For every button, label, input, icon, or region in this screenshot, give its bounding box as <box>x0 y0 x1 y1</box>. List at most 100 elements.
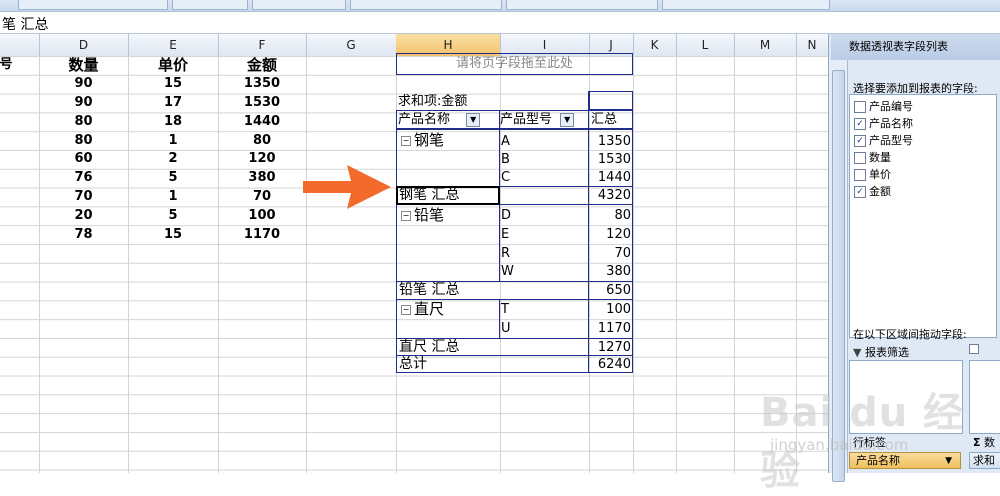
table-cell[interactable]: 78 <box>39 226 128 244</box>
item-label[interactable]: W <box>501 263 514 280</box>
item-value[interactable]: 1440 <box>589 169 631 186</box>
column-header-g[interactable]: G <box>306 34 397 56</box>
subtotal-label[interactable]: 直尺 汇总 <box>399 339 459 356</box>
header-cell-price[interactable]: 单价 <box>128 56 218 74</box>
table-cell[interactable]: 1530 <box>218 94 306 112</box>
item-value[interactable]: 120 <box>589 226 631 243</box>
subtotal-value[interactable]: 650 <box>589 282 631 299</box>
header-cell-amount[interactable]: 金额 <box>218 56 306 74</box>
item-label[interactable]: A <box>501 133 510 150</box>
pivot-header-product-name[interactable]: 产品名称 ▼ <box>398 111 481 128</box>
formula-bar[interactable]: 笔 汇总 <box>0 12 1000 34</box>
item-value[interactable]: 1350 <box>589 133 631 150</box>
pivot-header-product-model[interactable]: 产品型号 ▼ <box>500 111 575 128</box>
table-cell[interactable]: 120 <box>218 150 306 168</box>
table-cell[interactable]: 90 <box>39 94 128 112</box>
collapse-icon[interactable]: − <box>401 135 411 146</box>
column-header-n[interactable]: N <box>796 34 828 56</box>
column-header-m[interactable]: M <box>734 34 797 56</box>
item-value[interactable]: 100 <box>589 301 631 318</box>
subtotal-label[interactable]: 钢笔 汇总 <box>399 187 459 204</box>
ribbon-tab[interactable] <box>506 0 658 10</box>
group-row-zhichi[interactable]: − 直尺 <box>401 301 444 318</box>
item-label[interactable]: R <box>501 245 510 262</box>
table-cell[interactable]: 1 <box>128 132 218 150</box>
grid-line <box>633 56 634 473</box>
filter-dropdown-icon[interactable]: ▼ <box>560 112 575 127</box>
table-cell[interactable]: 80 <box>39 132 128 150</box>
item-label[interactable]: T <box>501 301 509 318</box>
group-row-gangbi[interactable]: − 钢笔 <box>401 132 444 149</box>
checkbox[interactable] <box>854 101 866 113</box>
table-cell[interactable]: 60 <box>39 150 128 168</box>
table-cell[interactable]: 15 <box>128 75 218 93</box>
group-row-qianbi[interactable]: − 铅笔 <box>401 207 444 224</box>
column-header-f[interactable]: F <box>218 34 307 56</box>
table-cell[interactable]: 1440 <box>218 113 306 131</box>
table-cell[interactable]: 1170 <box>218 226 306 244</box>
pivot-header-total[interactable]: 汇总 <box>591 111 617 128</box>
ribbon-tab[interactable] <box>350 0 502 10</box>
column-header-e[interactable]: E <box>128 34 219 56</box>
table-cell[interactable]: 5 <box>128 207 218 225</box>
field-item-product-name[interactable]: ✓ 产品名称 <box>854 116 913 132</box>
ribbon-tab[interactable] <box>252 0 346 10</box>
field-item-product-model[interactable]: ✓ 产品型号 <box>854 133 913 149</box>
checkbox-checked[interactable]: ✓ <box>854 118 866 130</box>
item-label[interactable]: D <box>501 207 511 224</box>
table-cell[interactable]: 70 <box>39 188 128 206</box>
table-cell[interactable]: 100 <box>218 207 306 225</box>
table-cell[interactable]: 20 <box>39 207 128 225</box>
checkbox[interactable] <box>854 169 866 181</box>
table-cell[interactable]: 1350 <box>218 75 306 93</box>
filter-dropdown-icon[interactable]: ▼ <box>466 112 481 127</box>
item-value[interactable]: 80 <box>589 207 631 224</box>
collapse-icon[interactable]: − <box>401 304 411 315</box>
header-cell-qty[interactable]: 数量 <box>39 56 128 74</box>
table-cell[interactable]: 76 <box>39 169 128 187</box>
grand-total-value[interactable]: 6240 <box>589 356 631 373</box>
item-value[interactable]: 1170 <box>589 320 631 337</box>
ribbon-tab[interactable] <box>662 0 830 10</box>
table-cell[interactable]: 2 <box>128 150 218 168</box>
pivot-data-corner[interactable] <box>589 91 633 110</box>
pivot-data-label[interactable]: 求和项:金额 <box>398 93 467 110</box>
item-label[interactable]: E <box>501 226 509 243</box>
checkbox-checked[interactable]: ✓ <box>854 186 866 198</box>
table-cell[interactable]: 17 <box>128 94 218 112</box>
subtotal-label[interactable]: 铅笔 汇总 <box>399 282 459 299</box>
table-cell[interactable]: 90 <box>39 75 128 93</box>
ribbon-tab[interactable] <box>172 0 248 10</box>
checkbox[interactable] <box>854 152 866 164</box>
item-label[interactable]: C <box>501 169 510 186</box>
item-label[interactable]: U <box>501 320 511 337</box>
item-value[interactable]: 1530 <box>589 151 631 168</box>
column-header-c[interactable] <box>0 34 40 56</box>
column-header-l[interactable]: L <box>676 34 735 56</box>
field-item-amount[interactable]: ✓ 金额 <box>854 184 891 200</box>
column-header-d[interactable]: D <box>39 34 129 56</box>
item-label[interactable]: B <box>501 151 510 168</box>
collapse-icon[interactable]: − <box>401 210 411 221</box>
table-cell[interactable]: 380 <box>218 169 306 187</box>
item-value[interactable]: 70 <box>589 245 631 262</box>
field-item-product-id[interactable]: 产品编号 <box>854 99 913 115</box>
table-cell[interactable]: 5 <box>128 169 218 187</box>
table-cell[interactable]: 18 <box>128 113 218 131</box>
table-cell[interactable]: 70 <box>218 188 306 206</box>
field-item-quantity[interactable]: 数量 <box>854 150 891 166</box>
field-item-price[interactable]: 单价 <box>854 167 891 183</box>
ribbon-tab[interactable] <box>18 0 168 10</box>
filter-icon: ▼ <box>853 346 862 359</box>
checkbox-checked[interactable]: ✓ <box>854 135 866 147</box>
table-cell[interactable]: 80 <box>39 113 128 131</box>
table-cell[interactable]: 1 <box>128 188 218 206</box>
header-cell-id-partial[interactable]: 号 <box>0 56 16 74</box>
column-header-k[interactable]: K <box>633 34 677 56</box>
item-value[interactable]: 380 <box>589 263 631 280</box>
subtotal-value[interactable]: 4320 <box>589 187 631 204</box>
table-cell[interactable]: 80 <box>218 132 306 150</box>
grand-total-label[interactable]: 总计 <box>399 356 427 373</box>
subtotal-value[interactable]: 1270 <box>589 339 631 356</box>
table-cell[interactable]: 15 <box>128 226 218 244</box>
